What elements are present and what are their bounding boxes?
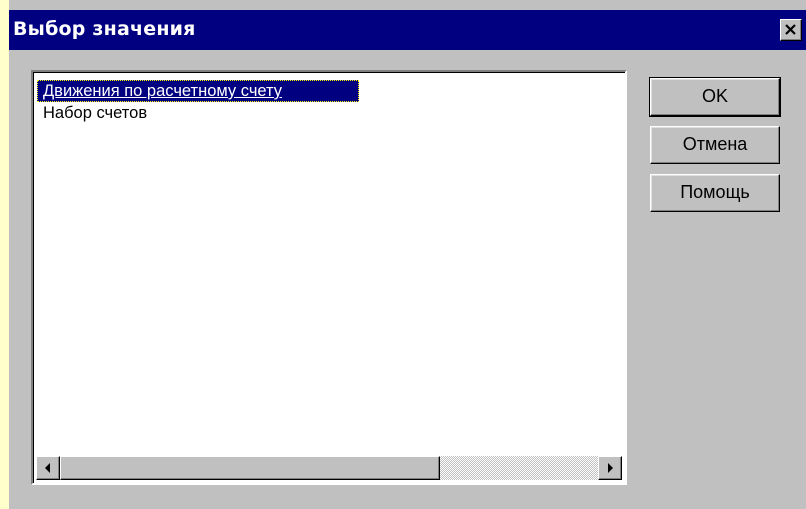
list-item-label: Набор счетов — [43, 104, 148, 122]
cancel-button[interactable]: Отмена — [650, 126, 780, 164]
scroll-right-button[interactable] — [598, 456, 622, 480]
scroll-thumb[interactable] — [60, 456, 440, 480]
value-select-dialog: Выбор значения Движения по расчетному сч… — [9, 0, 806, 509]
list-item[interactable]: Движения по расчетному счету — [37, 80, 359, 102]
close-button[interactable] — [780, 19, 802, 41]
scroll-left-button[interactable] — [36, 456, 60, 480]
title-bar[interactable]: Выбор значения — [9, 10, 806, 50]
list-item-label: Движения по расчетному счету — [43, 82, 283, 100]
horizontal-scrollbar[interactable] — [36, 456, 622, 480]
list-item[interactable]: Набор счетов — [37, 102, 359, 124]
close-icon — [785, 24, 796, 35]
help-button[interactable]: Помощь — [650, 174, 780, 212]
list-items: Движения по расчетному счету Набор счето… — [37, 80, 625, 124]
dialog-title: Выбор значения — [13, 18, 196, 40]
arrow-right-icon — [608, 463, 613, 473]
ok-button[interactable]: OK — [649, 77, 781, 117]
arrow-left-icon — [45, 463, 50, 473]
value-list[interactable]: Движения по расчетному счету Набор счето… — [31, 70, 627, 485]
screen-background: Выбор значения Движения по расчетному сч… — [0, 0, 806, 509]
